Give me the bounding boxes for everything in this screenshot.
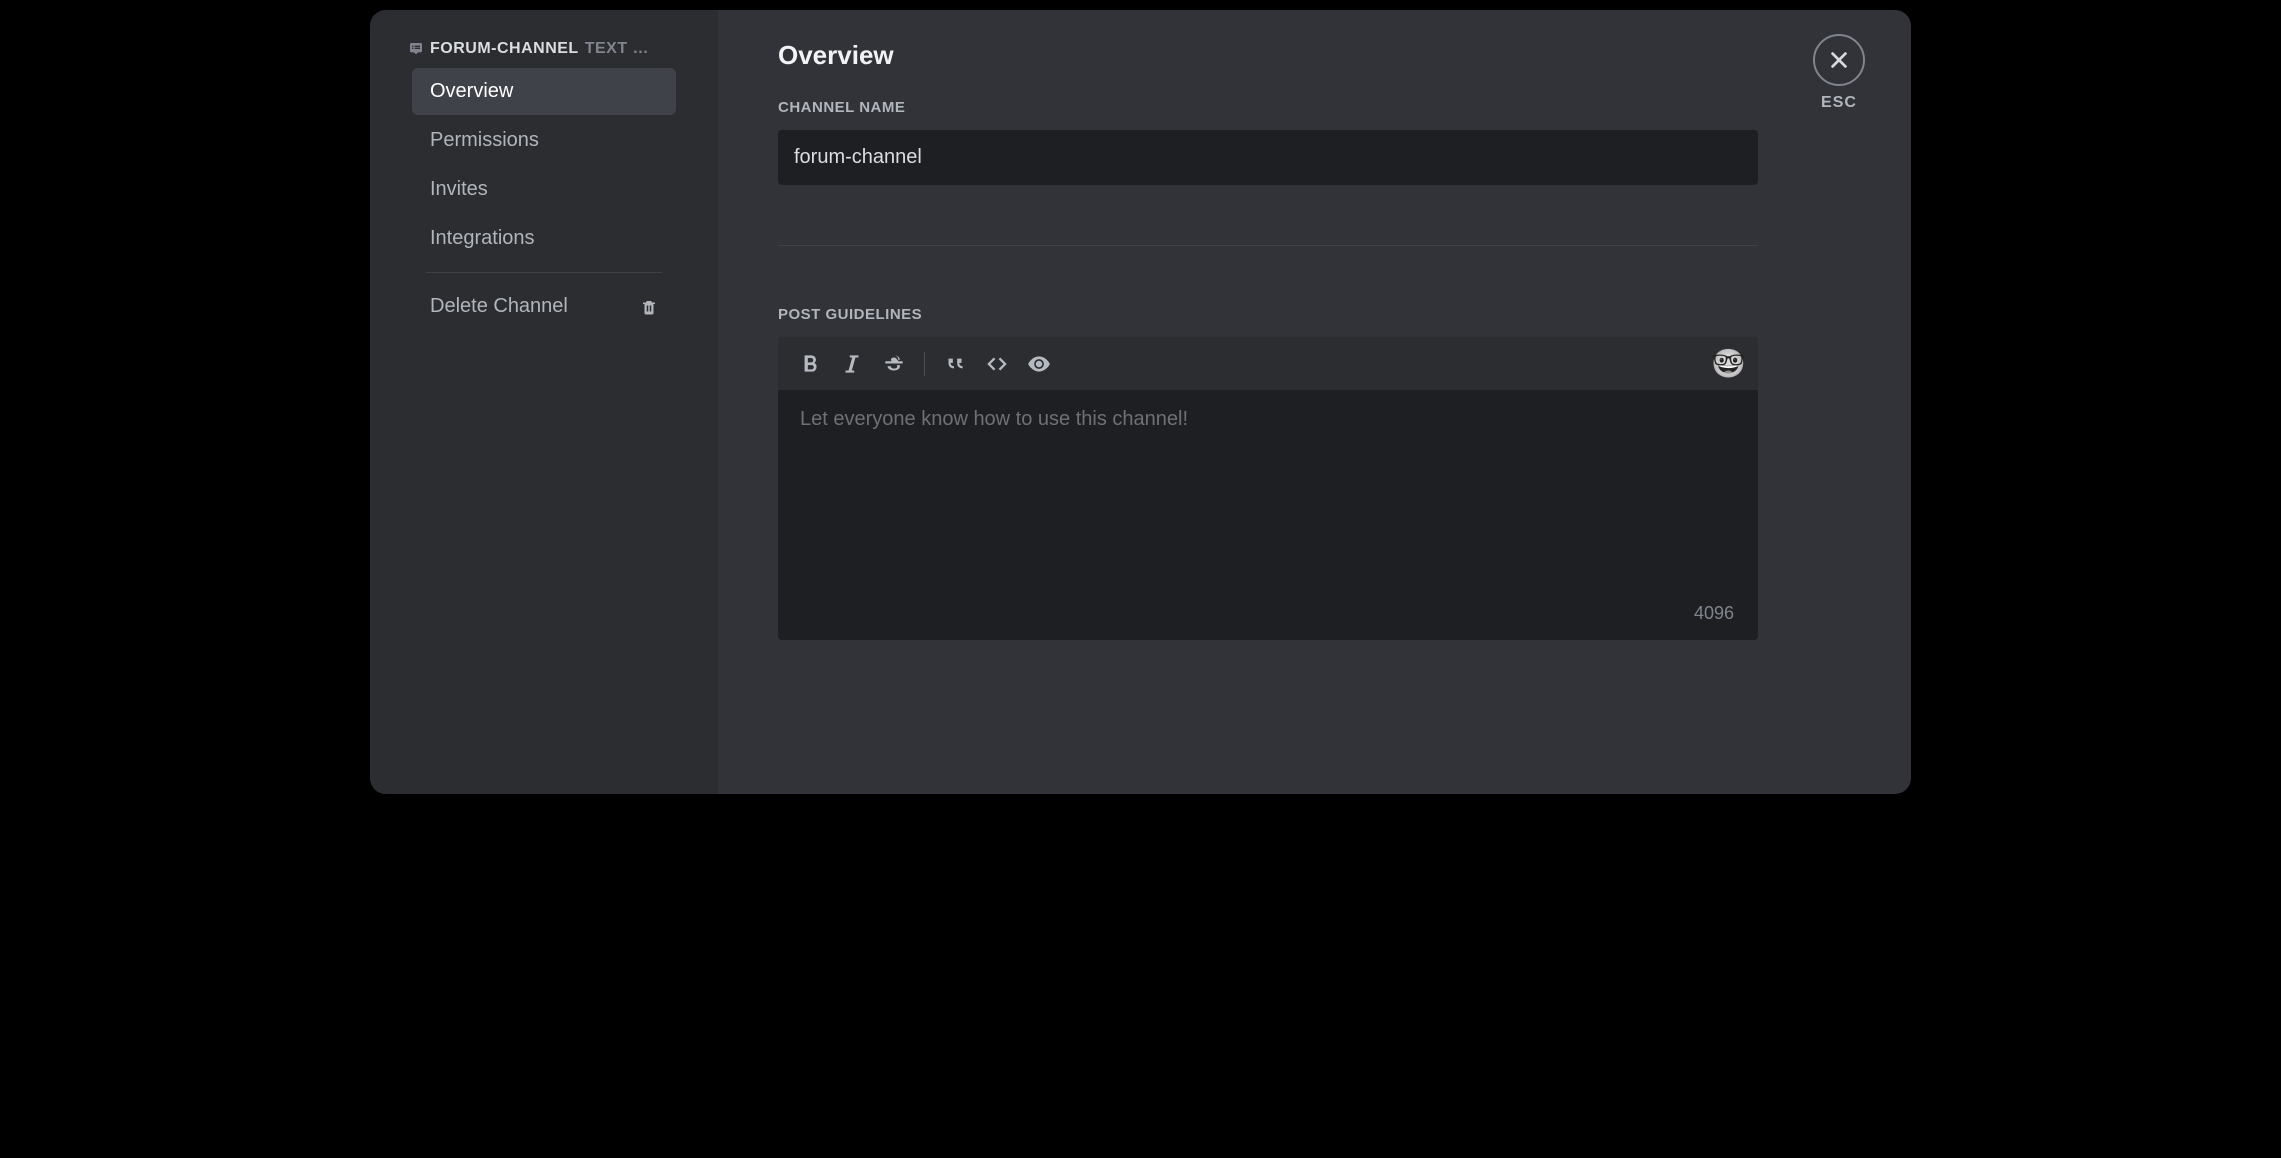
spoiler-button[interactable] — [1019, 349, 1059, 379]
sidebar-header: FORUM-CHANNEL TEXT … — [390, 40, 698, 58]
sidebar-divider — [426, 272, 662, 273]
main-content: Overview CHANNEL NAME POST GUIDELINES — [718, 10, 1911, 794]
emoji-icon: 🤓 — [1711, 348, 1746, 379]
code-icon — [984, 351, 1010, 377]
bold-button[interactable] — [790, 349, 830, 379]
strikethrough-button[interactable] — [874, 349, 914, 379]
editor-toolbar: 🤓 — [778, 337, 1758, 390]
channel-name-input[interactable] — [778, 130, 1758, 185]
forum-icon — [408, 41, 424, 57]
italic-button[interactable] — [832, 349, 872, 379]
sidebar-item-label: Permissions — [430, 129, 539, 151]
quote-icon — [942, 351, 968, 377]
close-button[interactable]: ESC — [1813, 34, 1865, 112]
page-title: Overview — [778, 40, 1851, 71]
sidebar-item-invites[interactable]: Invites — [412, 166, 676, 213]
bold-icon — [797, 351, 823, 377]
sidebar-item-delete-channel[interactable]: Delete Channel — [412, 283, 676, 330]
guidelines-placeholder: Let everyone know how to use this channe… — [800, 408, 1188, 430]
esc-label: ESC — [1821, 94, 1857, 112]
trash-icon — [640, 298, 658, 316]
code-button[interactable] — [977, 349, 1017, 379]
sidebar-channel-name: FORUM-CHANNEL — [430, 40, 579, 58]
emoji-picker-button[interactable]: 🤓 — [1711, 347, 1746, 380]
toolbar-divider — [924, 352, 925, 376]
quote-button[interactable] — [935, 349, 975, 379]
guidelines-textarea[interactable]: Let everyone know how to use this channe… — [778, 390, 1758, 640]
close-circle — [1813, 34, 1865, 86]
sidebar-item-integrations[interactable]: Integrations — [412, 215, 676, 262]
sidebar-item-label: Invites — [430, 178, 488, 200]
sidebar-item-label: Overview — [430, 80, 513, 102]
sidebar-item-overview[interactable]: Overview — [412, 68, 676, 115]
char-count: 4096 — [1694, 603, 1734, 624]
strikethrough-icon — [881, 351, 907, 377]
guidelines-editor: 🤓 Let everyone know how to use this chan… — [778, 337, 1758, 640]
sidebar-item-label: Delete Channel — [430, 295, 568, 318]
post-guidelines-label: POST GUIDELINES — [778, 306, 1851, 323]
channel-name-label: CHANNEL NAME — [778, 99, 1851, 116]
sidebar-items: Overview Permissions Invites Integration… — [390, 68, 698, 330]
close-icon — [1828, 49, 1850, 71]
italic-icon — [839, 351, 865, 377]
section-divider — [778, 245, 1758, 246]
sidebar-item-label: Integrations — [430, 227, 535, 249]
sidebar-item-permissions[interactable]: Permissions — [412, 117, 676, 164]
sidebar: FORUM-CHANNEL TEXT … Overview Permission… — [370, 10, 718, 794]
sidebar-channel-type: TEXT … — [585, 40, 649, 58]
eye-icon — [1026, 351, 1052, 377]
settings-window: FORUM-CHANNEL TEXT … Overview Permission… — [370, 10, 1911, 794]
